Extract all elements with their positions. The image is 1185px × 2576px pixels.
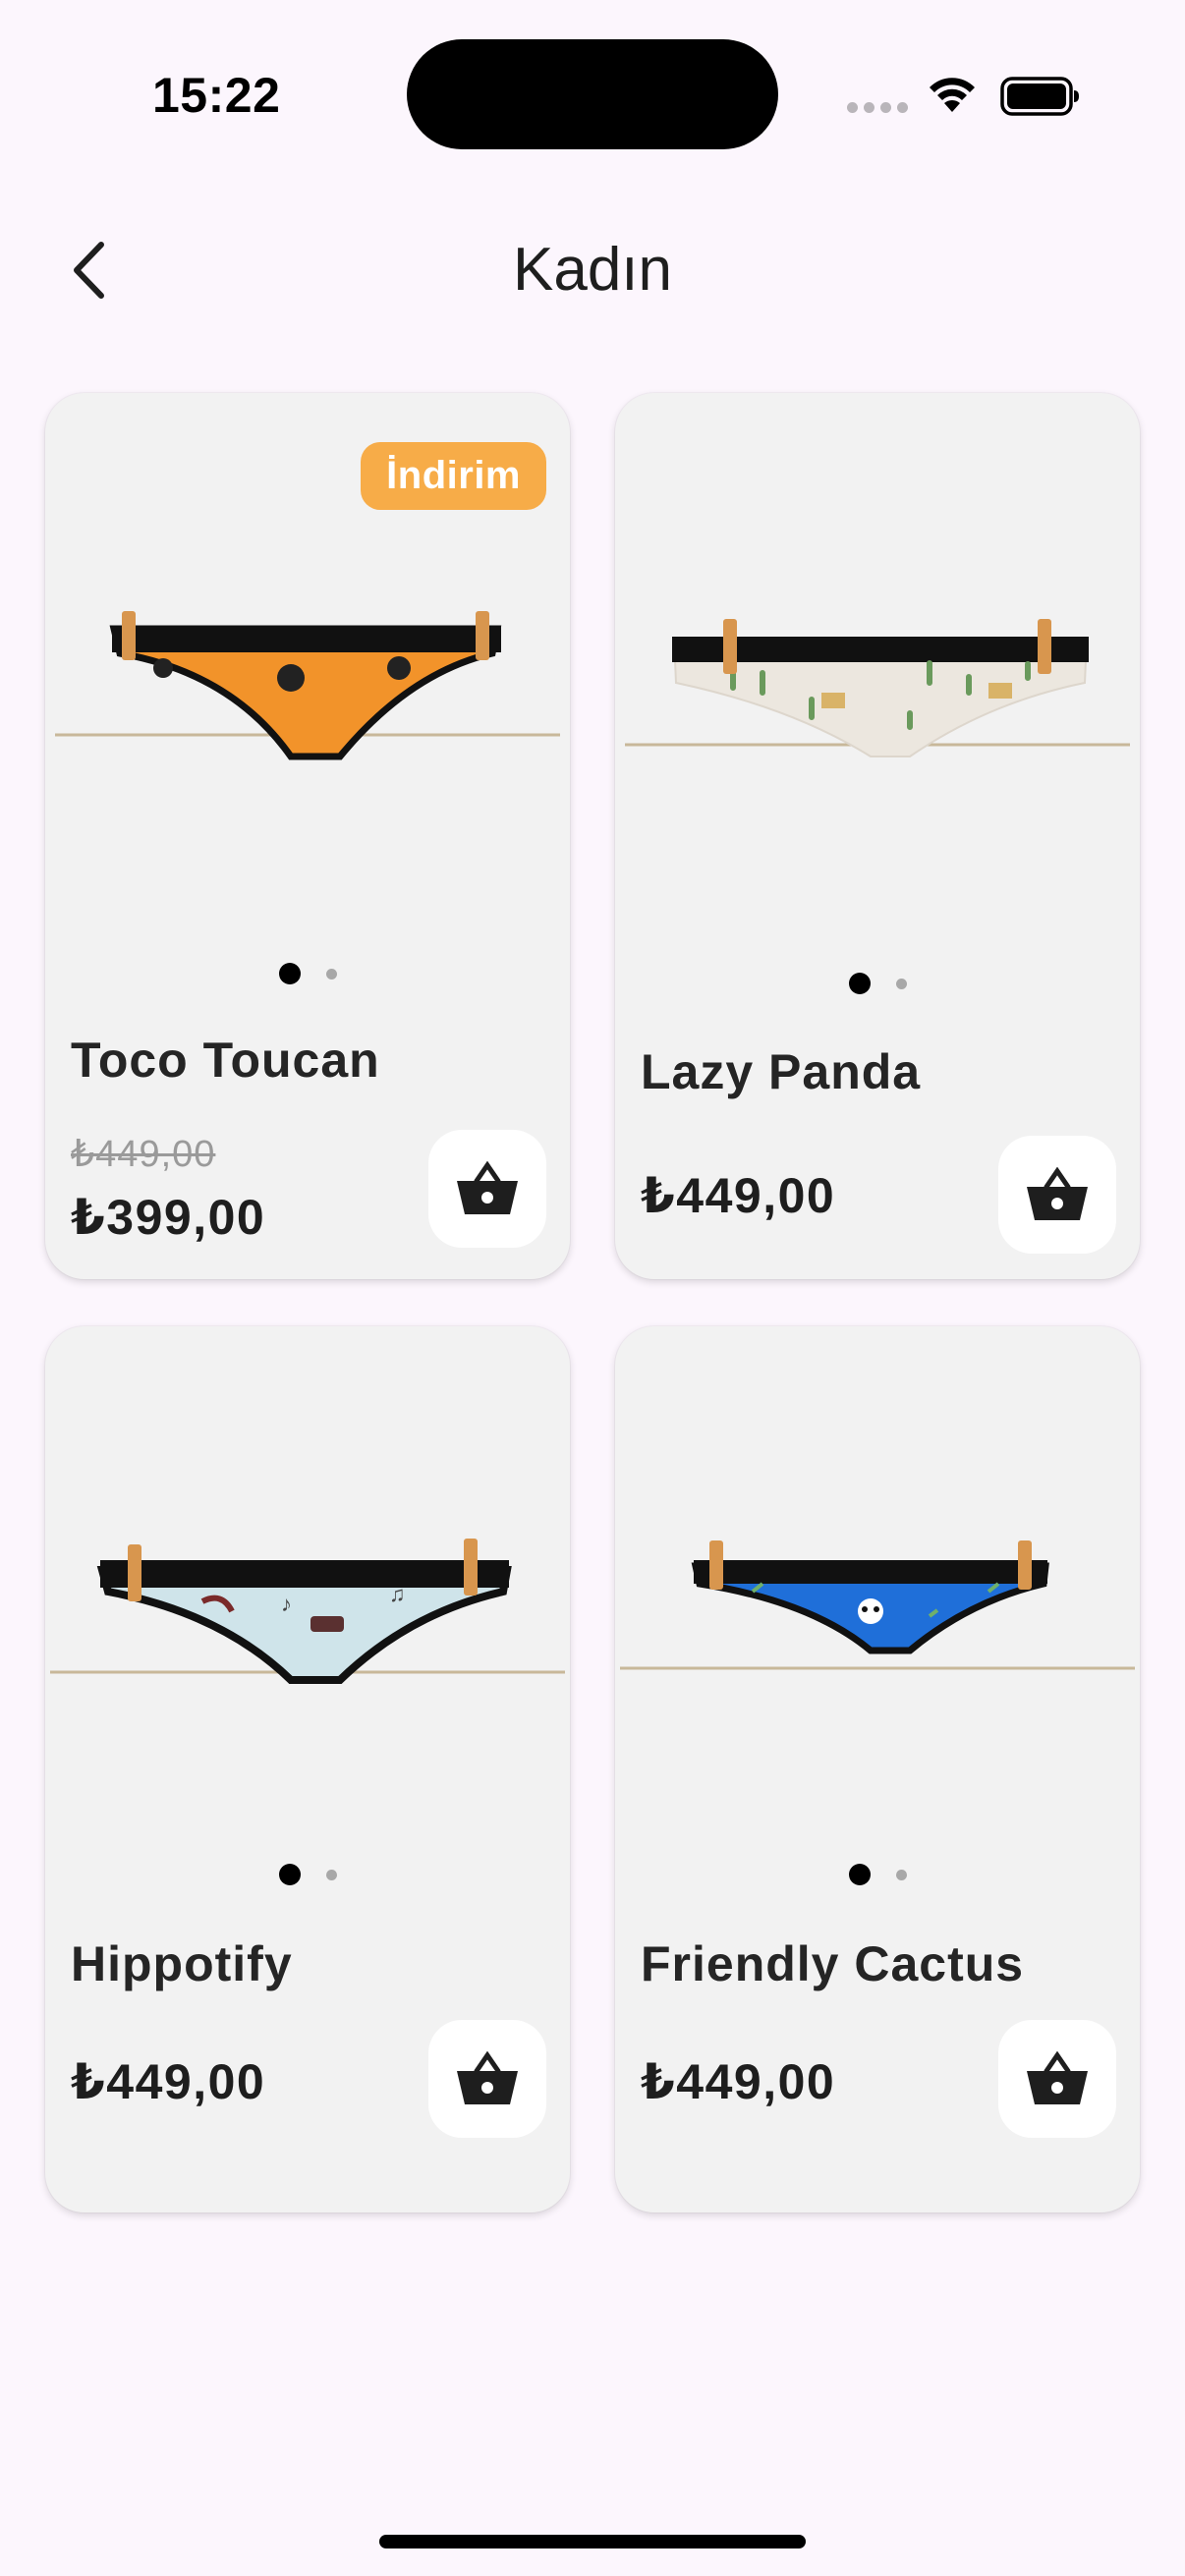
image-pager[interactable] <box>615 1864 1140 1885</box>
old-price: ₺449,00 <box>71 1134 216 1175</box>
pager-dot[interactable] <box>895 978 907 989</box>
product-price: ₺449,00 <box>641 2054 836 2109</box>
image-pager[interactable] <box>45 963 570 984</box>
add-to-cart-button[interactable] <box>998 1136 1116 1254</box>
add-to-cart-button[interactable] <box>428 1130 546 1248</box>
product-name: Friendly Cactus <box>641 1936 1025 1991</box>
product-name: Hippotify <box>71 1936 293 1991</box>
battery-icon <box>1000 77 1079 116</box>
wifi-icon <box>930 78 975 112</box>
svg-text:♫: ♫ <box>389 1582 406 1606</box>
product-card[interactable]: Lazy Panda ₺449,00 <box>615 393 1140 1279</box>
status-time: 15:22 <box>152 68 281 123</box>
shopping-basket-icon <box>457 2051 518 2104</box>
page-title: Kadın <box>512 236 673 304</box>
pager-dot[interactable] <box>325 968 337 980</box>
toucan-print-underwear-image[interactable] <box>45 521 570 776</box>
product-price: ₺449,00 <box>71 2054 266 2109</box>
add-to-cart-button[interactable] <box>998 2020 1116 2138</box>
svg-text:♪: ♪ <box>281 1592 292 1616</box>
product-card[interactable]: Friendly Cactus ₺449,00 <box>615 1326 1140 2212</box>
music-print-underwear-image[interactable]: ♪ ♫ <box>45 1454 570 1709</box>
product-grid: İndirim Toco Toucan ₺449,00 ₺399,00 Lazy… <box>45 393 1140 2212</box>
pager-dot-active[interactable] <box>278 1864 301 1885</box>
pager-dot[interactable] <box>895 1869 907 1880</box>
dynamic-island <box>407 39 778 149</box>
home-indicator[interactable] <box>379 2535 806 2548</box>
pager-dot[interactable] <box>325 1869 337 1880</box>
product-card[interactable]: İndirim Toco Toucan ₺449,00 ₺399,00 <box>45 393 570 1279</box>
product-name: Toco Toucan <box>71 1033 380 1088</box>
pager-dot-active[interactable] <box>848 1864 871 1885</box>
status-bar: 15:22 <box>0 0 1185 187</box>
shopping-basket-icon <box>1027 1167 1088 1220</box>
pager-dot-active[interactable] <box>278 963 301 984</box>
discount-badge: İndirim <box>361 442 546 510</box>
image-pager[interactable] <box>45 1864 570 1885</box>
product-name: Lazy Panda <box>641 1044 922 1099</box>
product-price: ₺449,00 <box>641 1168 836 1223</box>
image-pager[interactable] <box>615 973 1140 994</box>
shopping-basket-icon <box>1027 2051 1088 2104</box>
cellular-signal-icon <box>847 102 908 113</box>
product-card[interactable]: ♪ ♫ Hippotify ₺449,00 <box>45 1326 570 2212</box>
shopping-basket-icon <box>457 1161 518 1214</box>
panda-print-underwear-image[interactable] <box>615 1454 1140 1709</box>
nav-header: Kadın <box>0 211 1185 319</box>
add-to-cart-button[interactable] <box>428 2020 546 2138</box>
cactus-print-underwear-image[interactable] <box>615 521 1140 776</box>
product-price: ₺399,00 <box>71 1190 266 1245</box>
pager-dot-active[interactable] <box>848 973 871 994</box>
